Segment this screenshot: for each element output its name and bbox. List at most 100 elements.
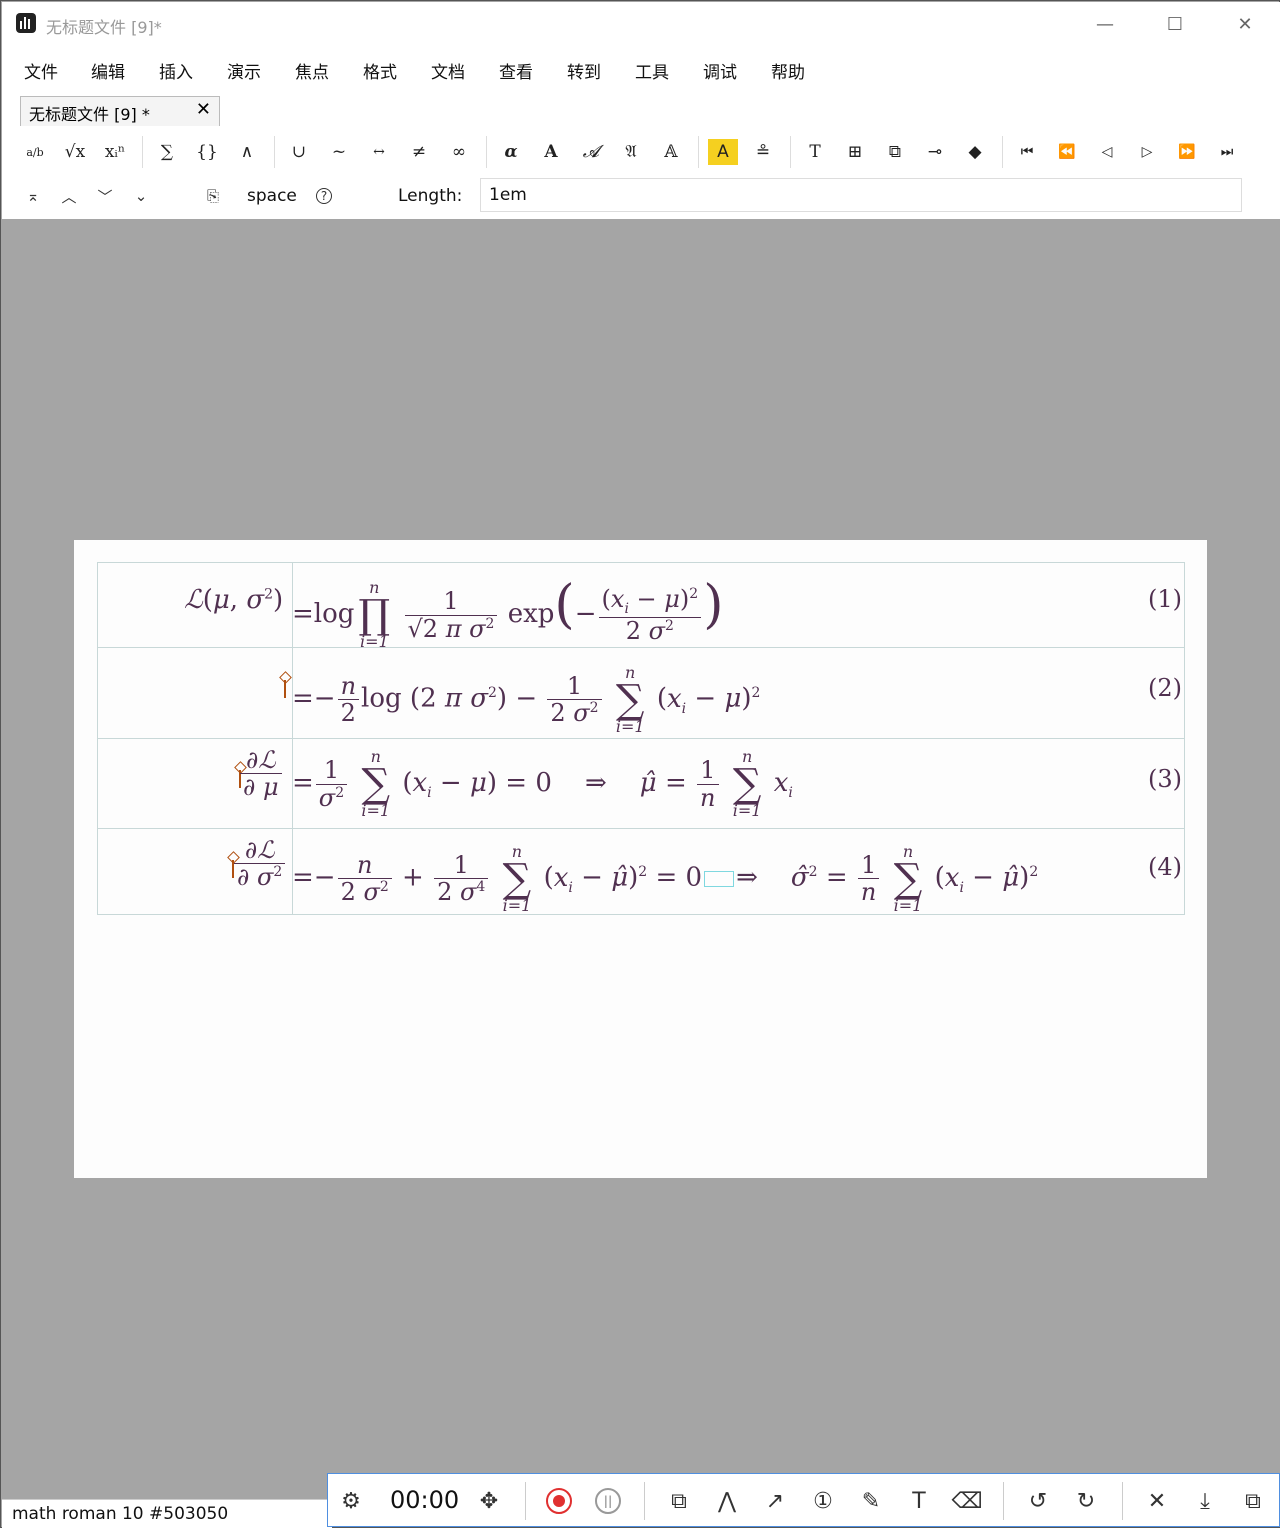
equation-row-1[interactable]: ℒ(μ, σ2) =log n ∏ i=1 1 √2 π σ2 exp(− (xi − μ… [98,563,1184,650]
text-icon[interactable]: T [800,139,830,165]
table-icon[interactable]: ⊞ [840,139,870,165]
path-icon[interactable]: ⋀ [712,1486,742,1516]
document-tab[interactable]: 无标题文件 [9] * ✕ [20,96,220,126]
move-icon[interactable]: ✥ [474,1486,504,1516]
go-bottom-icon[interactable]: ⌄ [128,184,154,208]
next-icon[interactable]: ▷ [1132,139,1162,165]
equation-array[interactable]: ℒ(μ, σ2) =log n ∏ i=1 1 √2 π σ2 exp(− (xi − μ… [97,562,1185,915]
download-icon[interactable]: ⤓ [1190,1486,1220,1516]
minimize-button[interactable]: — [1082,8,1128,40]
menu-format[interactable]: 格式 [363,58,397,83]
close-recorder-icon[interactable]: ✕ [1142,1486,1172,1516]
shapes-icon[interactable]: ⧉ [664,1486,694,1516]
go-top-icon[interactable]: ⌅ [20,184,46,208]
equation-number: (3) [1148,765,1182,793]
equation-3-rhs: = 1 σ2 n ∑ i=1 (xi − μ) = 0 ⇒ μ̂ = 1n n ∑ i=1 … [292,747,793,820]
toolbar-divider [1002,136,1003,168]
infinity-icon[interactable]: ∞ [444,139,474,165]
fast-forward-icon[interactable]: ⏩ [1172,139,1202,165]
fraktur-icon[interactable]: 𝔄 [616,139,646,165]
pause-button[interactable]: || [593,1486,623,1516]
sqrt-icon[interactable]: √x [60,139,90,165]
redo-icon[interactable]: ↻ [1071,1486,1101,1516]
greek-icon[interactable]: α [496,139,526,165]
tab-bar: 无标题文件 [9] * ✕ [2,92,1280,130]
close-tab-icon[interactable]: ✕ [196,99,211,120]
equation-1-rhs: =log n ∏ i=1 1 √2 π σ2 exp(− (xi − μ)2 2 σ2) [292,575,724,651]
equation-row-3[interactable]: ∂ℒ ∂ μ = 1 σ2 n ∑ i=1 (xi − μ) = 0 ⇒ μ̂ = 1n … [98,739,1184,829]
equation-4-rhs: =− n 2 σ2 + 12 σ4 n ∑ i=1 (xi − μ̂)2 = 0 ⇒ σ̂… [292,841,1039,915]
pause-icon: || [595,1488,621,1514]
subsup-icon[interactable]: xᵢⁿ [100,139,130,165]
tilde-icon[interactable]: ~ [324,139,354,165]
blackboard-icon[interactable]: 𝔸 [656,139,686,165]
menu-tools[interactable]: 工具 [635,58,669,83]
length-input[interactable] [480,178,1242,212]
menu-goto[interactable]: 转到 [567,58,601,83]
brackets-icon[interactable]: {} [192,139,222,165]
pen-icon[interactable]: ✎ [856,1486,886,1516]
calligraphic-icon[interactable]: 𝓐 [576,139,606,165]
toolbar-divider [790,136,791,168]
union-icon[interactable]: ∪ [284,139,314,165]
menu-present[interactable]: 演示 [227,58,261,83]
last-icon[interactable]: ⏭ [1212,139,1242,165]
big-operator-icon[interactable]: ∑ [152,139,182,165]
copy-icon[interactable]: ⧉ [1238,1486,1268,1516]
text-cursor[interactable] [704,870,735,887]
link-icon[interactable]: ⊸ [920,139,950,165]
fraction-icon[interactable]: a/b [20,139,50,165]
stamp-icon[interactable]: ≗ [748,139,778,165]
record-dot-icon [546,1488,572,1514]
go-down-icon[interactable]: ﹀ [92,184,118,208]
previous-icon[interactable]: ◁ [1092,139,1122,165]
go-up-icon[interactable]: ︿ [56,184,82,208]
rewind-icon[interactable]: ⏪ [1052,139,1082,165]
length-label: Length: [398,186,463,206]
recorder-divider [525,1482,526,1520]
undo-icon[interactable]: ↺ [1023,1486,1053,1516]
arrow-tool-icon[interactable]: ↗ [760,1486,790,1516]
text-tool-icon[interactable]: T [904,1486,934,1516]
focus-settings-icon[interactable]: ⎘ [200,184,226,208]
menu-focus[interactable]: 焦点 [295,58,329,83]
recorder-divider [644,1482,645,1520]
menu-view[interactable]: 查看 [499,58,533,83]
menu-file[interactable]: 文件 [24,58,58,83]
equation-row-2[interactable]: =− n 2 log (2 π σ2) − 12 σ2 n ∑ i=1 (xi − μ)2… [98,648,1184,739]
double-arrow-icon[interactable]: ↔ [364,139,394,165]
not-equal-icon[interactable]: ≠ [404,139,434,165]
equation-number: (4) [1148,853,1182,881]
maximize-button[interactable]: ☐ [1152,8,1198,40]
document-page[interactable]: ℒ(μ, σ2) =log n ∏ i=1 1 √2 π σ2 exp(− (xi − μ… [74,540,1207,1178]
menu-help[interactable]: 帮助 [771,58,805,83]
equation-number: (2) [1148,674,1182,702]
math-toolbar: a/b √x xᵢⁿ ∑ {} ∧ ∪ ~ ↔ ≠ ∞ α A 𝓐 𝔄 𝔸 A … [2,130,1280,174]
menu-insert[interactable]: 插入 [159,58,193,83]
menu-document[interactable]: 文档 [431,58,465,83]
document-canvas[interactable]: ℒ(μ, σ2) =log n ∏ i=1 1 √2 π σ2 exp(− (xi − μ… [2,219,1280,1499]
equation-number: (1) [1148,585,1182,613]
menu-debug[interactable]: 调试 [703,58,737,83]
eraser-icon[interactable]: ◆ [960,139,990,165]
toolbar-divider [274,136,275,168]
menu-edit[interactable]: 编辑 [91,58,125,83]
number-marker-icon[interactable]: ① [808,1486,838,1516]
toolbar-divider [698,136,699,168]
recorder-divider [1122,1482,1123,1520]
first-icon[interactable]: ⏮ [1012,139,1042,165]
equation-row-4[interactable]: ∂ℒ ∂ σ2 =− n 2 σ2 + 12 σ4 n ∑ i=1 (xi − μ̂)2 … [98,829,1184,915]
status-text: math roman 10 #503050 [12,1504,229,1524]
settings-gear-icon[interactable]: ⚙ [336,1486,366,1516]
image-icon[interactable]: ⧉ [880,139,910,165]
toolbar-divider [142,136,143,168]
window-title: 无标题文件 [9]* [46,18,162,37]
close-window-button[interactable]: ✕ [1222,8,1268,40]
recording-timer: 00:00 [390,1486,460,1514]
bold-icon[interactable]: A [536,139,566,165]
wedge-icon[interactable]: ∧ [232,139,262,165]
highlight-icon[interactable]: A [708,139,738,165]
document-tab-label: 无标题文件 [9] * [29,105,150,124]
eraser-tool-icon[interactable]: ⌫ [951,1486,982,1516]
help-icon[interactable]: ? [316,188,332,204]
